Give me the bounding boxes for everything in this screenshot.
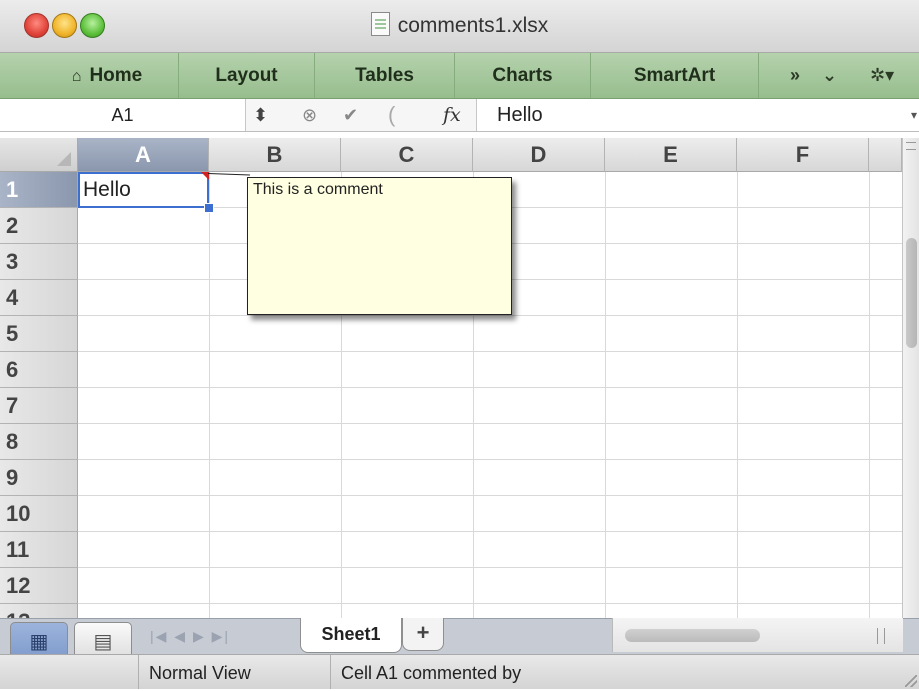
formula-input[interactable]: Hello: [476, 99, 919, 131]
column-header-g[interactable]: [869, 138, 902, 172]
vertical-scroll-thumb[interactable]: [906, 238, 917, 348]
name-box-stepper-icon[interactable]: ⬍: [253, 99, 268, 131]
gridline: [78, 531, 902, 532]
insert-function-fx-button[interactable]: fx: [443, 99, 461, 131]
tab-layout[interactable]: Layout: [179, 53, 315, 98]
settings-gear-icon[interactable]: ✲▾: [870, 53, 894, 98]
collapse-ribbon-icon[interactable]: ⌄: [822, 53, 837, 98]
tab-charts[interactable]: Charts: [455, 53, 591, 98]
formula-input-value: Hello: [497, 104, 543, 126]
window-title: comments1.xlsx: [0, 12, 919, 38]
gridline: [78, 351, 902, 352]
row-header-11[interactable]: 11: [0, 532, 78, 568]
status-message: Cell A1 commented by: [330, 655, 902, 689]
function-paren-icon[interactable]: (: [388, 99, 395, 131]
horizontal-scrollbar[interactable]: [612, 618, 903, 652]
gridline: [78, 603, 902, 604]
gridline: [78, 387, 902, 388]
gridline: [869, 172, 870, 618]
formula-bar: A1 ⬍ ⊗ ✔ ( fx Hello ▾: [0, 99, 919, 132]
cell-comment-box[interactable]: This is a comment: [247, 177, 512, 315]
row-header-9[interactable]: 9: [0, 460, 78, 496]
row-header-13[interactable]: 13: [0, 604, 78, 618]
row-header-7[interactable]: 7: [0, 388, 78, 424]
gridline: [78, 423, 902, 424]
gridline: [78, 315, 902, 316]
spreadsheet-grid[interactable]: A B C D E F 1 2 3 4 5 6 7 8 9 10 11 12 1…: [0, 138, 902, 618]
tab-tables[interactable]: Tables: [315, 53, 455, 98]
column-header-f[interactable]: F: [737, 138, 869, 172]
sheet-tab-sheet1[interactable]: Sheet1: [300, 618, 402, 653]
gridline: [737, 172, 738, 618]
tab-smartart-label: SmartArt: [633, 65, 716, 86]
fill-handle[interactable]: [204, 203, 214, 213]
row-header-1[interactable]: 1: [0, 172, 78, 208]
split-grip-icon[interactable]: [906, 142, 916, 150]
row-header-4[interactable]: 4: [0, 280, 78, 316]
home-icon: ⌂: [71, 68, 82, 85]
column-header-d[interactable]: D: [473, 138, 605, 172]
tab-home[interactable]: ⌂ Home: [36, 53, 179, 98]
tab-charts-label: Charts: [492, 65, 553, 86]
cancel-icon[interactable]: ⊗: [302, 99, 317, 131]
row-header-5[interactable]: 5: [0, 316, 78, 352]
normal-view-grid-icon: ▦: [29, 631, 49, 653]
gridline: [209, 172, 210, 618]
window-resize-grip[interactable]: [905, 675, 917, 687]
status-bar: Normal View Cell A1 commented by: [0, 654, 919, 689]
excel-document-icon: [370, 12, 390, 36]
row-header-12[interactable]: 12: [0, 568, 78, 604]
row-header-8[interactable]: 8: [0, 424, 78, 460]
window-title-text: comments1.xlsx: [397, 14, 549, 37]
gridline: [605, 172, 606, 618]
status-view-mode: Normal View: [138, 655, 330, 689]
name-box[interactable]: A1: [0, 99, 246, 131]
overflow-tabs-icon[interactable]: »: [790, 53, 800, 98]
vertical-scrollbar[interactable]: [902, 138, 919, 618]
horizontal-scroll-thumb[interactable]: [625, 629, 760, 642]
cell-a1-value: Hello: [83, 178, 131, 201]
row-header-10[interactable]: 10: [0, 496, 78, 532]
column-header-a[interactable]: A: [78, 138, 209, 172]
ribbon-tabs: ⌂ Home Layout Tables Charts SmartArt » ⌄ …: [0, 53, 919, 99]
column-header-c[interactable]: C: [341, 138, 473, 172]
tab-smartart[interactable]: SmartArt: [591, 53, 759, 98]
tab-layout-label: Layout: [215, 65, 278, 86]
gridline: [78, 495, 902, 496]
tab-home-label: Home: [89, 65, 143, 86]
row-header-2[interactable]: 2: [0, 208, 78, 244]
title-bar: comments1.xlsx: [0, 0, 919, 53]
add-sheet-button[interactable]: +: [402, 618, 444, 651]
tab-tables-label: Tables: [355, 65, 414, 86]
cell-a1[interactable]: Hello: [78, 172, 209, 208]
page-layout-icon: ▤: [93, 631, 113, 653]
formula-expand-dropdown-icon[interactable]: ▾: [911, 99, 917, 131]
split-handle-icon[interactable]: [877, 628, 885, 644]
gridline: [78, 567, 902, 568]
confirm-checkmark-icon[interactable]: ✔: [343, 99, 358, 131]
select-all-corner[interactable]: [0, 138, 78, 172]
gridline: [78, 459, 902, 460]
comment-text: This is a comment: [253, 181, 383, 198]
row-header-3[interactable]: 3: [0, 244, 78, 280]
column-header-b[interactable]: B: [209, 138, 341, 172]
sheet-nav-arrows-icon[interactable]: |◀ ◀ ▶ ▶|: [150, 618, 270, 654]
comment-connector-line: [207, 173, 250, 176]
column-header-e[interactable]: E: [605, 138, 737, 172]
row-header-6[interactable]: 6: [0, 352, 78, 388]
